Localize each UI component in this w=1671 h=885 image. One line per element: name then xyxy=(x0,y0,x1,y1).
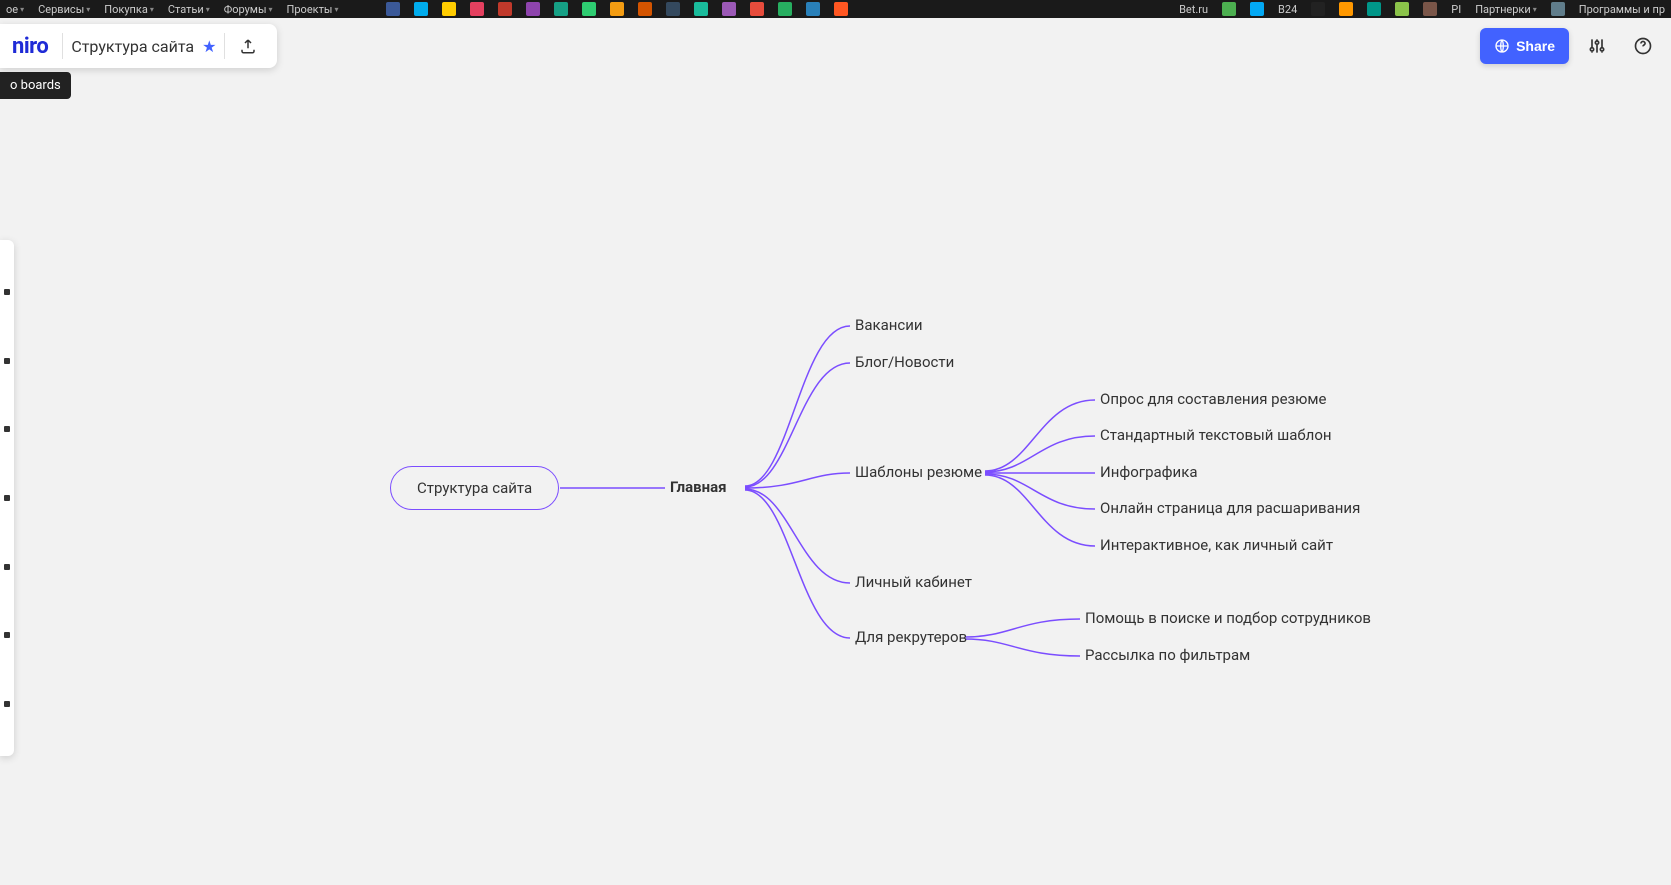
mindmap-root-node[interactable]: Структура сайта xyxy=(390,466,559,510)
board-header: niro Структура сайта ★ xyxy=(0,24,277,68)
mindmap-edges xyxy=(0,18,1671,885)
bookmark-item[interactable]: Покупка▾ xyxy=(104,3,154,16)
settings-button[interactable] xyxy=(1579,28,1615,64)
divider xyxy=(62,33,63,59)
bookmark-item[interactable]: Программы и пр xyxy=(1579,3,1665,16)
help-icon xyxy=(1633,36,1653,56)
tooltip: o boards xyxy=(0,72,71,99)
browser-bookmarks-bar: ое▾ Сервисы▾ Покупка▾ Статьи▾ Форумы▾ Пр… xyxy=(0,0,1671,18)
divider xyxy=(224,33,225,59)
mindmap-node[interactable]: Блог/Новости xyxy=(855,353,954,371)
canvas[interactable]: Структура сайта Главная Вакансии Блог/Но… xyxy=(0,18,1671,885)
bookmark-item[interactable]: ое▾ xyxy=(6,3,24,16)
top-right-controls: Share xyxy=(1480,24,1661,68)
mindmap-node[interactable]: Личный кабинет xyxy=(855,573,972,591)
bookmark-item[interactable]: PI xyxy=(1451,3,1461,16)
bookmark-item[interactable]: Bet.ru xyxy=(1179,3,1208,16)
mindmap-node[interactable]: Для рекрутеров xyxy=(855,628,967,646)
help-button[interactable] xyxy=(1625,28,1661,64)
bookmark-item[interactable]: Проекты▾ xyxy=(287,3,339,16)
bookmark-item[interactable]: Форумы▾ xyxy=(224,3,273,16)
bookmark-item[interactable]: Статьи▾ xyxy=(168,3,210,16)
mindmap-leaf[interactable]: Рассылка по фильтрам xyxy=(1085,646,1250,664)
mindmap-leaf[interactable]: Интерактивное, как личный сайт xyxy=(1100,536,1333,554)
mindmap-leaf[interactable]: Помощь в поиске и подбор сотрудников xyxy=(1085,609,1371,627)
left-toolbar[interactable] xyxy=(0,240,14,756)
export-button[interactable] xyxy=(233,31,263,61)
mindmap-hub-node[interactable]: Главная xyxy=(670,478,727,496)
mindmap-leaf[interactable]: Онлайн страница для расшаривания xyxy=(1100,499,1360,517)
mindmap-leaf[interactable]: Опрос для составления резюме xyxy=(1100,390,1327,408)
globe-icon xyxy=(1494,38,1510,54)
mindmap-leaf[interactable]: Стандартный текстовый шаблон xyxy=(1100,426,1332,444)
mindmap-node[interactable]: Шаблоны резюме xyxy=(855,463,982,481)
upload-icon xyxy=(239,37,257,55)
mindmap-node[interactable]: Вакансии xyxy=(855,316,923,334)
share-label: Share xyxy=(1516,38,1555,54)
app-logo[interactable]: niro xyxy=(6,34,54,59)
sliders-icon xyxy=(1587,36,1607,56)
bookmark-item[interactable]: Партнерки▾ xyxy=(1475,3,1537,16)
mindmap-leaf[interactable]: Инфографика xyxy=(1100,463,1197,481)
bookmark-item[interactable]: Сервисы▾ xyxy=(38,3,90,16)
board-title[interactable]: Структура сайта xyxy=(71,37,194,56)
share-button[interactable]: Share xyxy=(1480,28,1569,64)
star-icon[interactable]: ★ xyxy=(202,37,216,56)
bookmark-item[interactable]: B24 xyxy=(1278,3,1297,16)
